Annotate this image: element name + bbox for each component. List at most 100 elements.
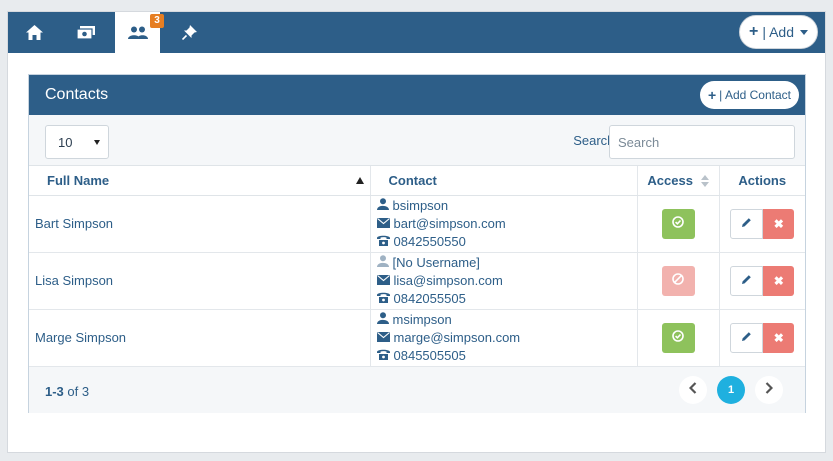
notification-badge: 3 xyxy=(150,14,164,28)
pencil-icon xyxy=(741,330,752,345)
phone-line: 0842055505 xyxy=(376,290,637,308)
page-size-select[interactable]: 10 xyxy=(45,125,109,159)
contact-details: msimpson marge@simpson.com 0845505505 xyxy=(370,309,638,367)
check-circle-icon xyxy=(672,216,684,231)
panel-title: Contacts xyxy=(45,86,109,103)
username: [No Username] xyxy=(392,255,480,270)
email[interactable]: marge@simpson.com xyxy=(394,330,521,345)
email-line: lisa@simpson.com xyxy=(376,272,637,290)
plus-icon: + xyxy=(707,87,717,103)
phone: 0845505505 xyxy=(393,348,466,363)
access-cell xyxy=(637,195,720,253)
phone-icon xyxy=(376,348,390,363)
users-icon xyxy=(127,26,148,39)
pencil-icon xyxy=(741,273,752,288)
chevron-right-icon xyxy=(765,381,774,398)
email[interactable]: lisa@simpson.com xyxy=(394,273,503,288)
tab-home[interactable] xyxy=(12,12,57,53)
chevron-left-icon xyxy=(688,381,697,398)
close-icon: ✖ xyxy=(773,330,784,345)
column-header-full-name[interactable]: Full Name xyxy=(29,166,371,196)
email-line: bart@simpson.com xyxy=(376,215,637,233)
access-toggle-button[interactable] xyxy=(661,265,695,296)
actions-cell: ✖ xyxy=(719,309,805,367)
email-line: marge@simpson.com xyxy=(376,329,637,347)
envelope-icon xyxy=(376,273,390,288)
contact-full-name[interactable]: Marge Simpson xyxy=(29,309,371,367)
access-toggle-button[interactable] xyxy=(661,208,695,239)
delete-contact-button[interactable]: ✖ xyxy=(763,208,795,239)
contact-full-name[interactable]: Lisa Simpson xyxy=(29,252,371,310)
username-line: [No Username] xyxy=(376,254,637,272)
top-nav-bar: 3 + | Add xyxy=(8,12,825,53)
username-line: bsimpson xyxy=(376,197,637,215)
envelope-icon xyxy=(376,330,390,345)
contacts-panel: Contacts + | Add Contact 10 Search: Full… xyxy=(28,74,806,413)
page-size-value: 10 xyxy=(58,134,73,150)
column-header-access[interactable]: Access xyxy=(637,166,720,196)
table-header-row: Full Name Contact Access Actions xyxy=(29,166,805,196)
tab-contacts[interactable]: 3 xyxy=(115,12,164,53)
add-dropdown-button[interactable]: + | Add xyxy=(739,15,818,49)
table-row: Bart Simpson bsimpson bart@simpson.com 0842… xyxy=(29,195,805,253)
pagination: 1 xyxy=(679,375,783,404)
add-button-label: | Add xyxy=(762,24,794,40)
access-toggle-button[interactable] xyxy=(661,322,695,353)
table-row: Marge Simpson msimpson marge@simpson.com 08… xyxy=(29,309,805,367)
phone: 0842550550 xyxy=(393,234,466,249)
access-cell xyxy=(637,309,720,367)
home-icon xyxy=(26,25,43,40)
close-icon: ✖ xyxy=(773,273,784,288)
pin-icon xyxy=(182,25,197,40)
tab-finance[interactable] xyxy=(63,12,108,53)
access-cell xyxy=(637,252,720,310)
contact-details: bsimpson bart@simpson.com 0842550550 xyxy=(370,195,638,253)
phone-icon xyxy=(376,291,390,306)
plus-icon: + xyxy=(748,23,759,40)
phone-icon xyxy=(376,234,390,249)
user-icon xyxy=(376,255,389,270)
search-input[interactable] xyxy=(609,125,795,159)
table-row: Lisa Simpson [No Username] lisa@simpson.co… xyxy=(29,252,805,310)
column-header-contact[interactable]: Contact xyxy=(370,166,638,196)
email[interactable]: bart@simpson.com xyxy=(394,216,506,231)
envelope-icon xyxy=(376,216,390,231)
add-contact-label: | Add Contact xyxy=(719,88,791,102)
actions-cell: ✖ xyxy=(719,252,805,310)
next-page-button[interactable] xyxy=(755,375,783,404)
panel-header: Contacts + | Add Contact xyxy=(29,75,805,115)
contacts-table: Full Name Contact Access Actions Bart Si… xyxy=(29,166,805,367)
caret-down-icon xyxy=(800,29,808,35)
contact-details: [No Username] lisa@simpson.com 0842055505 xyxy=(370,252,638,310)
phone: 0842055505 xyxy=(393,291,466,306)
edit-contact-button[interactable] xyxy=(730,208,764,239)
phone-line: 0842550550 xyxy=(376,233,637,251)
sort-asc-icon xyxy=(355,177,364,184)
column-header-actions: Actions xyxy=(719,166,805,196)
delete-contact-button[interactable]: ✖ xyxy=(763,265,795,296)
sort-icon xyxy=(700,175,709,188)
username: msimpson xyxy=(392,312,452,327)
record-count: 1-3 of 3 xyxy=(45,383,90,399)
phone-line: 0845505505 xyxy=(376,347,637,365)
username-line: msimpson xyxy=(376,311,637,329)
edit-contact-button[interactable] xyxy=(730,322,764,353)
edit-contact-button[interactable] xyxy=(730,265,764,296)
table-controls: 10 Search: xyxy=(29,115,805,166)
actions-cell: ✖ xyxy=(719,195,805,253)
page-button-current[interactable]: 1 xyxy=(717,375,745,404)
ban-icon xyxy=(672,273,684,288)
username: bsimpson xyxy=(392,198,449,213)
delete-contact-button[interactable]: ✖ xyxy=(763,322,795,353)
user-icon xyxy=(376,198,389,213)
prev-page-button[interactable] xyxy=(679,375,707,404)
check-circle-icon xyxy=(672,330,684,345)
caret-down-icon xyxy=(94,139,100,145)
tab-pinned[interactable] xyxy=(167,12,212,53)
contact-full-name[interactable]: Bart Simpson xyxy=(29,195,371,253)
table-footer: 1-3 of 3 1 xyxy=(29,366,805,413)
add-contact-button[interactable]: + | Add Contact xyxy=(699,81,799,109)
app-frame: 3 + | Add Contacts + | Add Contact 10 Se… xyxy=(7,11,826,453)
money-icon xyxy=(76,26,95,39)
pencil-icon xyxy=(741,216,752,231)
